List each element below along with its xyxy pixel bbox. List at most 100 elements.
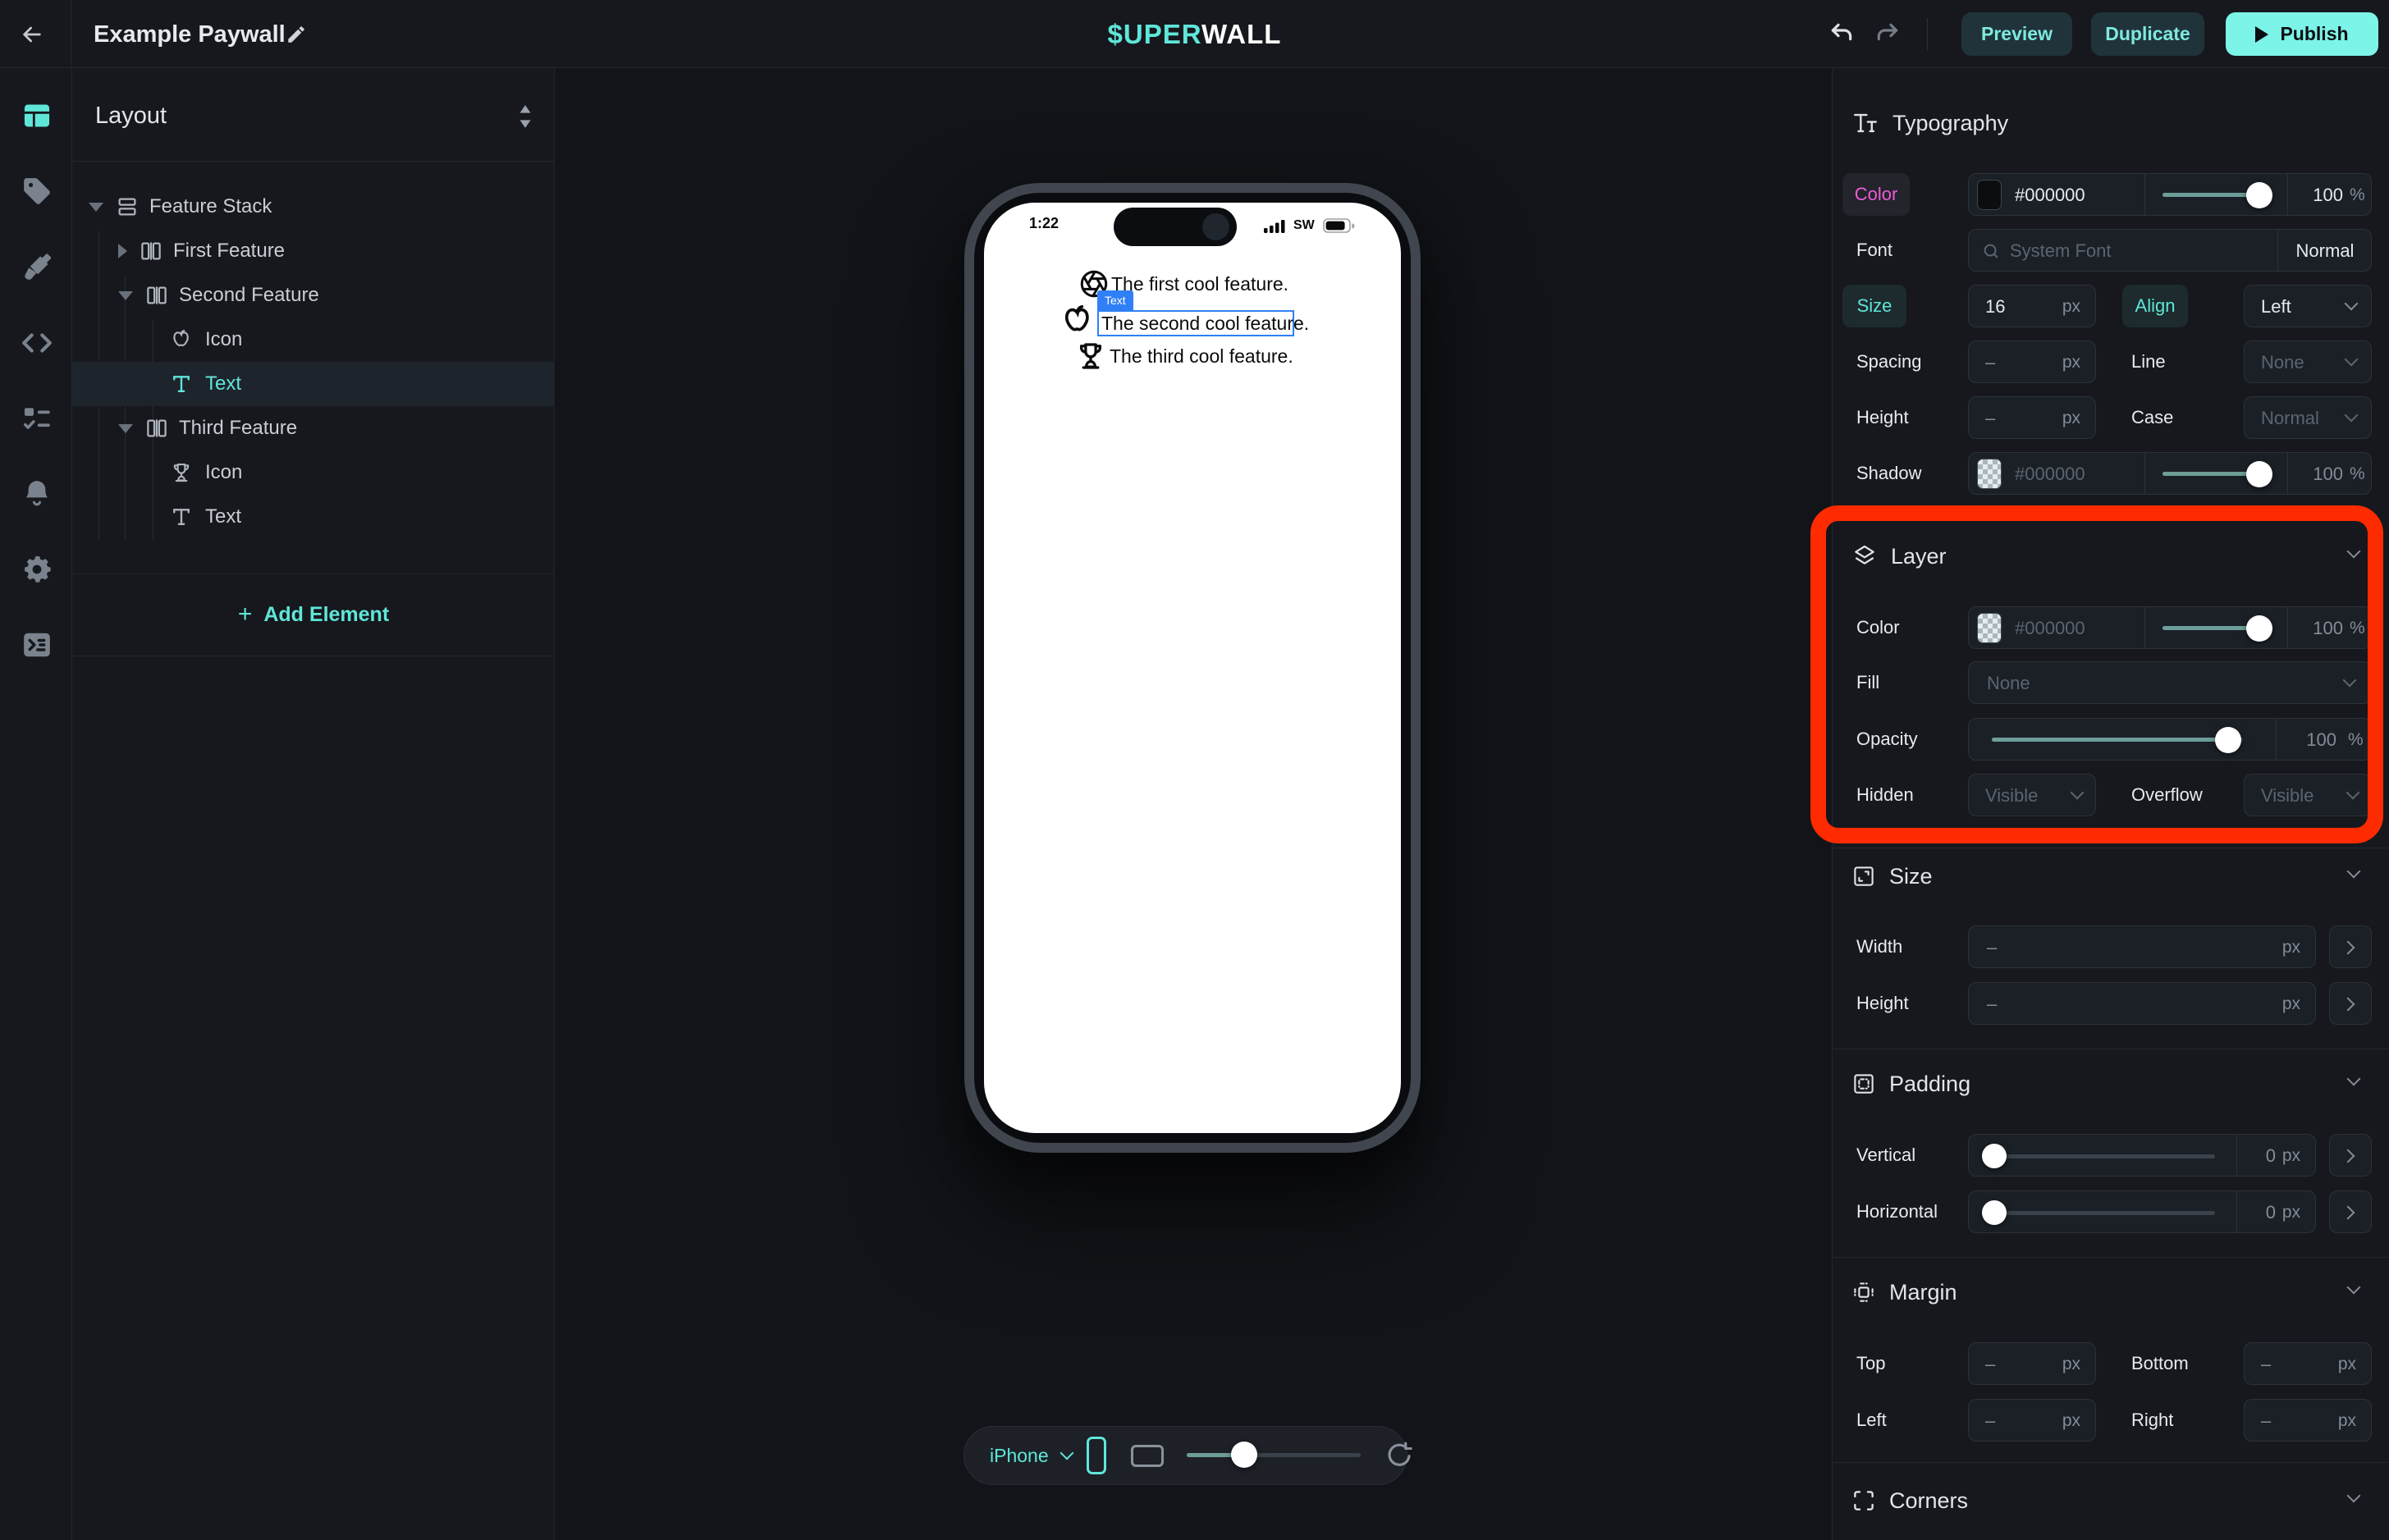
section-title: Layer [1891,544,1947,569]
margin-left-input[interactable]: – px [1968,1399,2096,1442]
padding-vertical-expand-button[interactable] [2329,1134,2372,1177]
rail-item-console[interactable] [21,629,53,660]
typo-align-select[interactable]: Left [2244,285,2372,327]
paint-brush-icon [21,252,53,283]
device-select[interactable]: iPhone [990,1426,1072,1485]
layer-fill-select[interactable]: None [1968,661,2372,704]
section-padding-header[interactable]: Padding [1851,1066,1970,1102]
caret-down-icon[interactable] [118,424,133,433]
layer-opacity-pct[interactable]: 100 [2294,729,2336,751]
section-title: Padding [1889,1072,1970,1097]
publish-button[interactable]: Publish [2226,12,2378,56]
rail-item-theme[interactable] [21,252,53,283]
section-title: Size [1889,864,1933,889]
portrait-toggle[interactable] [1087,1437,1106,1474]
shadow-hex-input[interactable]: #000000 [2015,464,2085,485]
rail-item-layout[interactable] [21,100,53,131]
redo-button[interactable] [1874,21,1901,47]
tree-row-text-second[interactable]: Text [169,362,241,406]
margin-bottom-input[interactable]: – px [2244,1342,2372,1385]
layer-color-swatch[interactable] [1977,613,2002,643]
rename-pencil-icon[interactable] [286,24,307,45]
unit: px [2062,297,2080,317]
landscape-toggle[interactable] [1131,1445,1164,1467]
shadow-color-swatch[interactable] [1977,459,2002,489]
duplicate-button[interactable]: Duplicate [2091,12,2204,56]
value: Normal [2261,408,2319,429]
tree-label: Text [205,505,241,528]
opacity-value[interactable]: 100 [2300,185,2343,206]
preview-button[interactable]: Preview [1961,12,2072,56]
color-hex-input[interactable]: #000000 [2015,185,2085,206]
section-layer-header[interactable]: Layer [1851,538,1947,574]
rail-item-products[interactable] [21,176,53,207]
layout-icon [21,100,53,131]
rail-item-checklist[interactable] [21,403,53,434]
tree-row-icon-third[interactable]: Icon [169,450,242,495]
zoom-slider-knob[interactable] [1231,1442,1257,1468]
typo-height-input[interactable]: – px [1968,396,2096,439]
tree-row-feature-stack[interactable]: Feature Stack [89,185,272,229]
layout-sort-icon[interactable] [515,103,535,130]
layer-color-slider-knob[interactable] [2246,615,2272,642]
typo-line-select[interactable]: None [2244,340,2372,383]
caret-down-icon[interactable] [118,291,133,300]
typo-size-label[interactable]: Size [1842,285,1906,327]
size-height-input[interactable]: – px [1968,982,2316,1025]
caret-right-icon[interactable] [118,244,127,258]
tree-row-third-feature[interactable]: Third Feature [118,406,297,450]
typo-size-input[interactable]: 16 px [1968,285,2096,327]
layer-opacity-knob[interactable] [2215,727,2241,753]
margin-right-input[interactable]: – px [2244,1399,2372,1442]
section-size-header[interactable]: Size [1851,858,1933,894]
padding-horizontal-expand-button[interactable] [2329,1190,2372,1233]
layer-hidden-select[interactable]: Visible [1968,774,2096,816]
section-corners-header[interactable]: Corners [1851,1483,1968,1519]
typo-color-label[interactable]: Color [1842,173,1910,216]
layer-overflow-select[interactable]: Visible [2244,774,2372,816]
font-search-input[interactable]: System Font [2010,240,2111,262]
feature-row-2-selected[interactable]: The second cool feature. [1097,310,1294,336]
size-height-expand-button[interactable] [2329,982,2372,1025]
layer-color-pct[interactable]: 100 [2300,618,2343,639]
rail-item-code[interactable] [21,327,53,359]
refresh-button[interactable] [1385,1442,1413,1469]
layer-hex-input[interactable]: #000000 [2015,618,2085,639]
padding-vertical-knob[interactable] [1982,1144,2007,1168]
padding-vertical-track[interactable] [1985,1154,2215,1158]
padding-horizontal-knob[interactable] [1982,1200,2007,1225]
padding-vertical-label: Vertical [1856,1145,1915,1166]
caret-down-icon[interactable] [89,203,103,212]
shadow-pct-value[interactable]: 100 [2300,464,2343,485]
typo-align-label[interactable]: Align [2122,285,2188,327]
chevron-down-icon [2346,786,2360,800]
padding-horizontal-value[interactable]: 0 [2251,1202,2276,1223]
size-width-expand-button[interactable] [2329,925,2372,968]
tree-row-first-feature[interactable]: First Feature [118,229,285,273]
tree-label: First Feature [173,240,285,263]
font-weight-select[interactable]: Normal [2277,240,2373,262]
text-icon [169,372,194,396]
margin-top-input[interactable]: – px [1968,1342,2096,1385]
padding-horizontal-track[interactable] [1985,1211,2215,1215]
undo-button[interactable] [1828,21,1855,47]
typo-spacing-input[interactable]: – px [1968,340,2096,383]
tree-row-text-third[interactable]: Text [169,495,241,539]
rail-item-notifications[interactable] [21,478,53,510]
color-swatch[interactable] [1977,180,2002,210]
tree-row-icon-second[interactable]: Icon [169,318,242,362]
feature-row-3[interactable]: The third cool feature. [1073,338,1293,374]
opacity-slider-knob[interactable] [2246,182,2272,208]
back-button[interactable] [18,21,46,48]
rail-item-settings[interactable] [21,554,53,585]
section-typography-header[interactable]: Typography [1851,105,2008,141]
size-width-input[interactable]: – px [1968,925,2316,968]
shadow-slider-knob[interactable] [2246,461,2272,487]
add-element-button[interactable]: + Add Element [72,574,555,656]
padding-vertical-value[interactable]: 0 [2251,1145,2276,1167]
tree-label: Third Feature [179,417,297,440]
section-margin-header[interactable]: Margin [1851,1274,1957,1310]
tree-row-second-feature[interactable]: Second Feature [118,273,319,318]
tag-icon [21,176,53,207]
typo-case-select[interactable]: Normal [2244,396,2372,439]
